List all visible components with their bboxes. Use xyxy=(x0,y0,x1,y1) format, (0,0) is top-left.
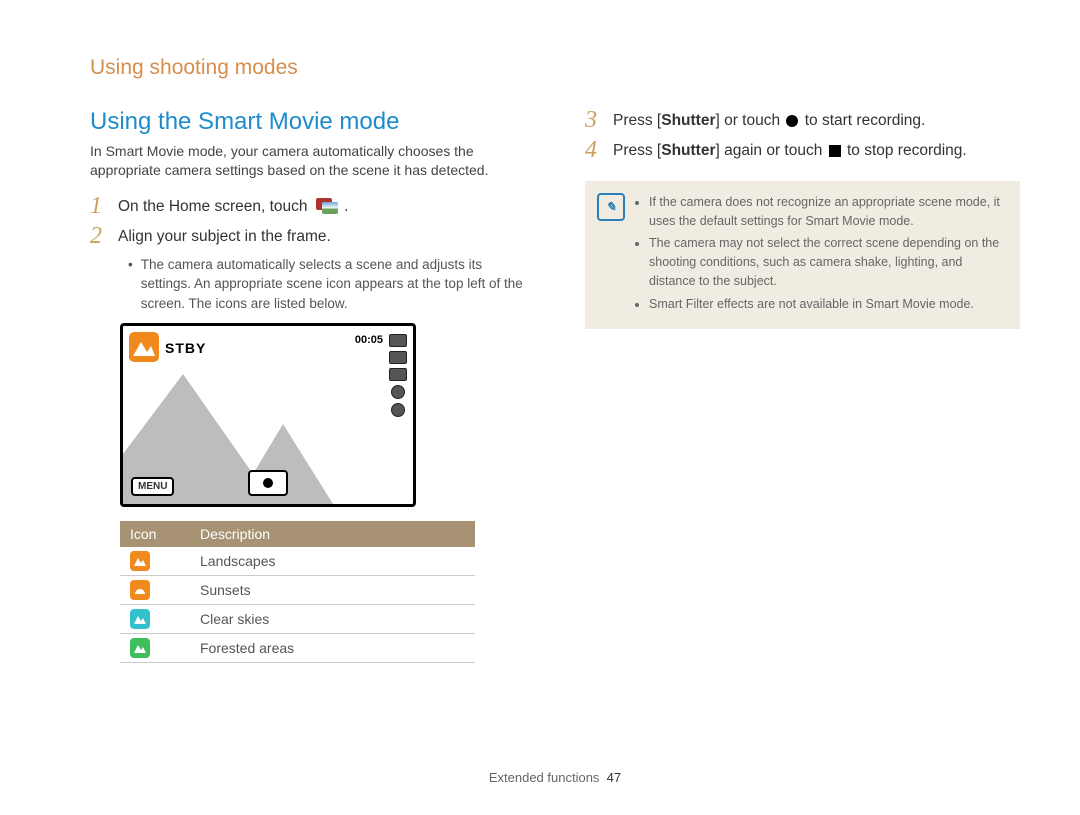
resolution-icon xyxy=(389,351,407,364)
step-2-note: • The camera automatically selects a sce… xyxy=(128,255,525,314)
table-row: Landscapes xyxy=(120,547,475,576)
table-cell-description: Forested areas xyxy=(190,634,475,663)
stabilizer-icon xyxy=(391,403,405,417)
step-1-text: On the Home screen, touch . xyxy=(118,194,348,218)
page-number: 47 xyxy=(607,770,621,785)
forest-icon xyxy=(130,638,150,658)
text: Press [ xyxy=(613,112,661,129)
step-2-text: Align your subject in the frame. xyxy=(118,224,331,248)
table-cell-description: Sunsets xyxy=(190,576,475,605)
quality-icon xyxy=(389,368,407,381)
text: Press [ xyxy=(613,142,661,159)
table-row: Clear skies xyxy=(120,605,475,634)
note-item: The camera may not select the correct sc… xyxy=(649,234,1004,290)
step-1-suffix: . xyxy=(344,198,348,215)
step-1: 1 On the Home screen, touch . xyxy=(90,194,525,218)
table-row: Sunsets xyxy=(120,576,475,605)
record-start-icon xyxy=(786,115,798,127)
step-4: 4 Press [Shutter] again or touch to stop… xyxy=(585,138,1020,162)
intro-text: In Smart Movie mode, your camera automat… xyxy=(90,142,525,180)
record-stop-icon xyxy=(829,145,841,157)
landscape-icon xyxy=(130,551,150,571)
page-footer: Extended functions 47 xyxy=(90,770,1020,815)
shutter-label: Shutter xyxy=(661,112,715,129)
text: to stop recording. xyxy=(843,142,967,159)
step-3-text: Press [Shutter] or touch to start record… xyxy=(613,108,925,132)
footer-label: Extended functions xyxy=(489,770,600,785)
right-column: 3 Press [Shutter] or touch to start reco… xyxy=(585,108,1020,770)
smart-movie-mode-icon xyxy=(314,198,338,216)
step-number: 1 xyxy=(90,194,108,218)
menu-button[interactable]: MENU xyxy=(131,477,174,496)
note-box: ✎ If the camera does not recognize an ap… xyxy=(585,181,1020,330)
page-heading: Using the Smart Movie mode xyxy=(90,108,525,136)
text: ] or touch xyxy=(715,112,784,129)
step-3: 3 Press [Shutter] or touch to start reco… xyxy=(585,108,1020,132)
table-header-description: Description xyxy=(190,521,475,547)
mic-icon xyxy=(391,385,405,399)
note-icon: ✎ xyxy=(597,193,625,221)
step-4-text: Press [Shutter] again or touch to stop r… xyxy=(613,138,967,162)
record-button[interactable] xyxy=(248,470,288,496)
sunset-icon xyxy=(130,580,150,600)
left-column: Using the Smart Movie mode In Smart Movi… xyxy=(90,108,525,770)
table-row: Forested areas xyxy=(120,634,475,663)
step-1-prefix: On the Home screen, touch xyxy=(118,198,312,215)
step-number: 3 xyxy=(585,108,603,132)
note-item: Smart Filter effects are not available i… xyxy=(649,295,1004,314)
shutter-label: Shutter xyxy=(661,142,715,159)
table-header-icon: Icon xyxy=(120,521,190,547)
camera-preview-illustration: STBY 00:05 MENU xyxy=(120,323,416,507)
step-2-note-text: The camera automatically selects a scene… xyxy=(141,255,525,314)
text: ] again or touch xyxy=(715,142,826,159)
step-2: 2 Align your subject in the frame. xyxy=(90,224,525,248)
text: to start recording. xyxy=(800,112,925,129)
right-status-icons xyxy=(389,334,407,417)
record-dot-icon xyxy=(263,478,273,488)
section-header: Using shooting modes xyxy=(90,56,1020,80)
bullet-dot-icon: • xyxy=(128,255,133,314)
table-cell-description: Clear skies xyxy=(190,605,475,634)
step-number: 2 xyxy=(90,224,108,248)
timer-label: 00:05 xyxy=(355,334,383,346)
stby-label: STBY xyxy=(165,340,206,356)
table-cell-description: Landscapes xyxy=(190,547,475,576)
step-number: 4 xyxy=(585,138,603,162)
clear-sky-icon xyxy=(130,609,150,629)
scene-landscape-icon xyxy=(129,332,159,362)
note-item: If the camera does not recognize an appr… xyxy=(649,193,1004,231)
battery-icon xyxy=(389,334,407,347)
icon-legend-table: Icon Description Landscapes Sunsets xyxy=(120,521,475,663)
